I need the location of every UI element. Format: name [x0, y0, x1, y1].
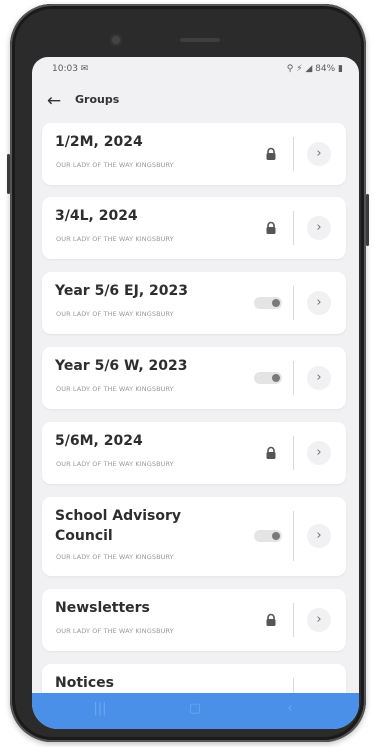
group-name: Year 5/6 EJ, 2023: [55, 283, 188, 299]
group-school: OUR LADY OF THE WAY KINGSBURY: [56, 460, 174, 468]
system-nav-bar: ||| ▢ ‹: [32, 693, 359, 729]
power-button: [366, 194, 369, 246]
group-school: OUR LADY OF THE WAY KINGSBURY: [56, 385, 174, 393]
divider: [293, 137, 294, 171]
group-name: 1/2M, 2024: [55, 134, 143, 150]
lock-icon: [266, 613, 276, 626]
chevron-right-icon[interactable]: ›: [307, 441, 331, 465]
speaker: [180, 38, 220, 42]
divider: [293, 511, 294, 561]
group-school: OUR LADY OF THE WAY KINGSBURY: [56, 235, 174, 243]
group-school: OUR LADY OF THE WAY KINGSBURY: [56, 627, 174, 635]
group-card[interactable]: Newsletters OUR LADY OF THE WAY KINGSBUR…: [42, 589, 346, 651]
chevron-right-icon[interactable]: ›: [307, 608, 331, 632]
divider: [293, 436, 294, 470]
chevron-right-icon[interactable]: ›: [307, 291, 331, 315]
toggle-knob: [272, 374, 280, 382]
group-card[interactable]: School Advisory Council OUR LADY OF THE …: [42, 497, 346, 576]
back-nav-icon[interactable]: ‹: [278, 701, 302, 716]
chevron-right-icon[interactable]: ›: [307, 366, 331, 390]
group-card[interactable]: 1/2M, 2024 OUR LADY OF THE WAY KINGSBURY…: [42, 123, 346, 185]
group-school: OUR LADY OF THE WAY KINGSBURY: [56, 553, 174, 561]
app-bar: ← Groups: [32, 83, 359, 119]
group-card[interactable]: 3/4L, 2024 OUR LADY OF THE WAY KINGSBURY…: [42, 197, 346, 259]
group-school: OUR LADY OF THE WAY KINGSBURY: [56, 161, 174, 169]
chevron-right-icon[interactable]: ›: [307, 524, 331, 548]
group-school: OUR LADY OF THE WAY KINGSBURY: [56, 310, 174, 318]
status-bar: 10:03 ✉ ⚲ ⚡ ◢ 84% ▮: [32, 57, 359, 81]
group-name: Newsletters: [55, 600, 150, 616]
arrow-left-icon[interactable]: ←: [42, 89, 66, 113]
home-icon[interactable]: ▢: [183, 701, 207, 716]
status-time: 10:03 ✉: [52, 64, 89, 74]
divider: [293, 603, 294, 637]
chevron-right-icon[interactable]: ›: [307, 142, 331, 166]
group-name: 3/4L, 2024: [55, 208, 138, 224]
group-toggle[interactable]: [254, 372, 282, 384]
group-name: School Advisory Council: [55, 508, 182, 544]
recents-icon[interactable]: |||: [88, 701, 112, 716]
group-toggle[interactable]: [254, 530, 282, 542]
group-name: Notices: [55, 675, 114, 691]
group-card[interactable]: Year 5/6 W, 2023 OUR LADY OF THE WAY KIN…: [42, 347, 346, 409]
volume-button: [7, 154, 10, 194]
toggle-knob: [272, 299, 280, 307]
group-card[interactable]: Year 5/6 EJ, 2023 OUR LADY OF THE WAY KI…: [42, 272, 346, 334]
toggle-knob: [272, 532, 280, 540]
page-title: Groups: [75, 93, 120, 106]
lock-icon: [266, 147, 276, 160]
group-name: Year 5/6 W, 2023: [55, 358, 188, 374]
divider: [293, 286, 294, 320]
lock-icon: [266, 221, 276, 234]
camera: [110, 34, 122, 46]
lock-icon: [266, 446, 276, 459]
group-name: 5/6M, 2024: [55, 433, 143, 449]
chevron-right-icon[interactable]: ›: [307, 216, 331, 240]
divider: [293, 361, 294, 395]
group-card[interactable]: 5/6M, 2024 OUR LADY OF THE WAY KINGSBURY…: [42, 422, 346, 484]
divider: [293, 211, 294, 245]
group-toggle[interactable]: [254, 297, 282, 309]
status-indicators: ⚲ ⚡ ◢ 84% ▮: [286, 64, 343, 74]
screen: 10:03 ✉ ⚲ ⚡ ◢ 84% ▮ ← Groups 1/2M, 2024 …: [32, 57, 359, 729]
